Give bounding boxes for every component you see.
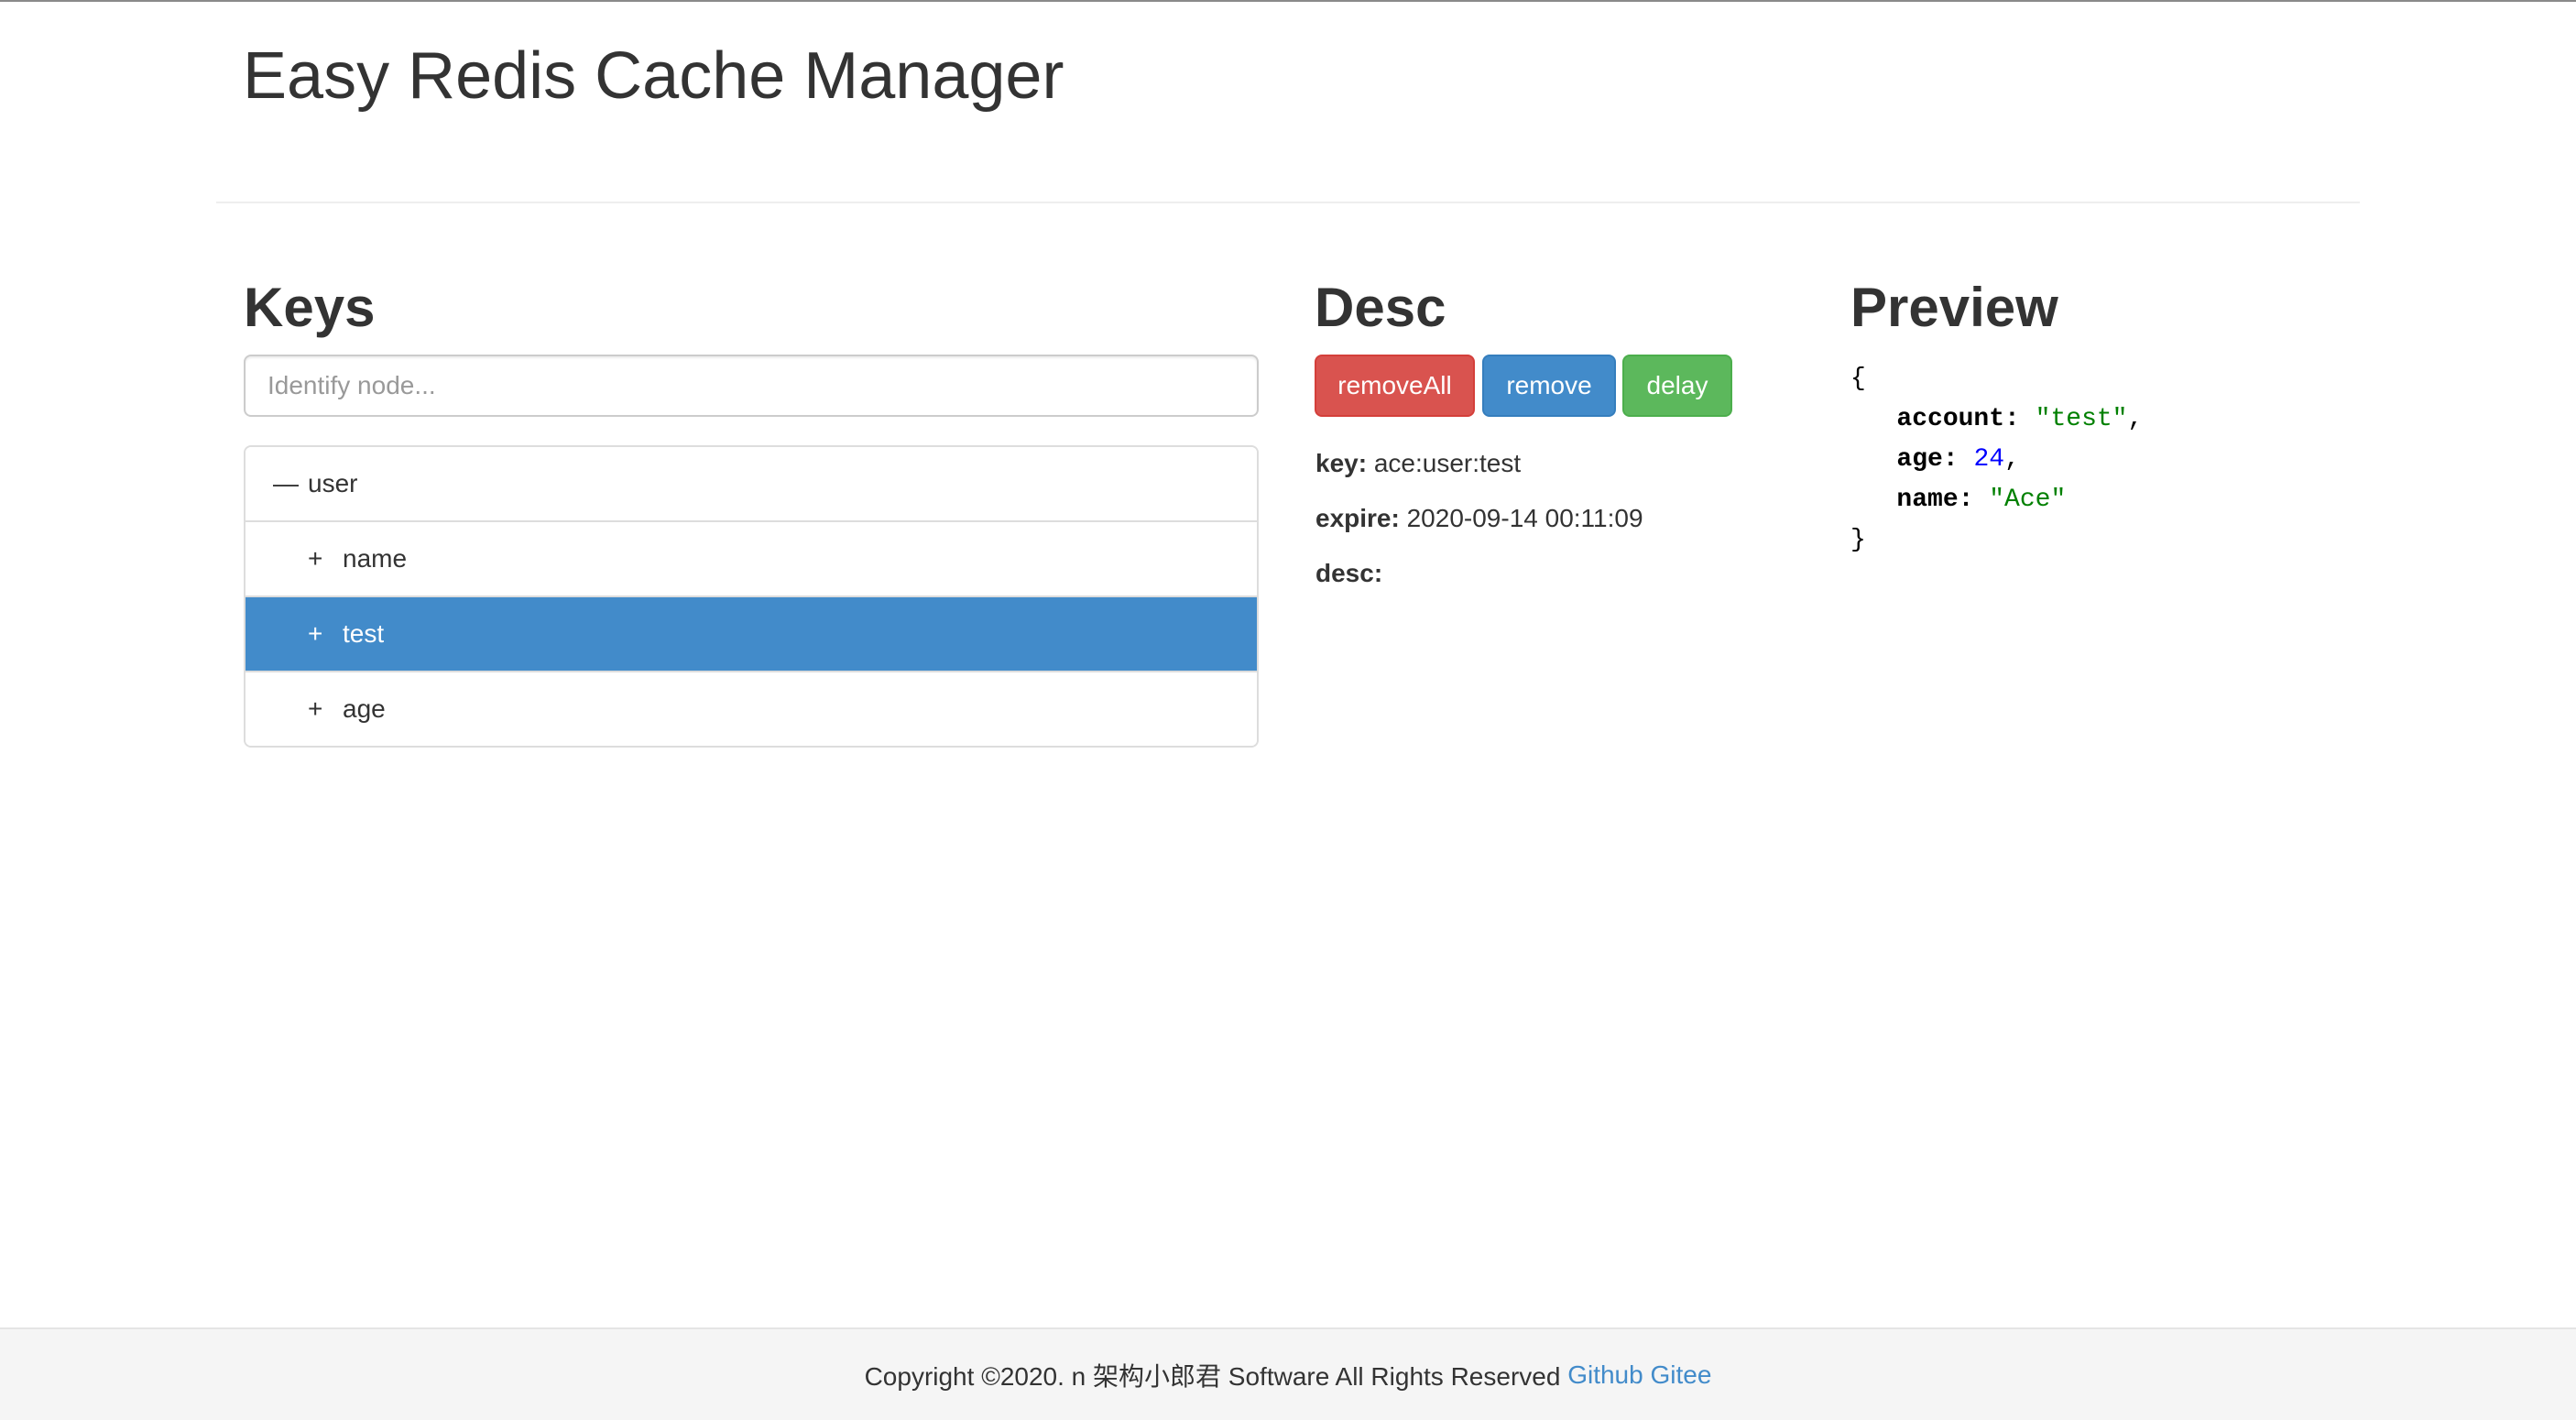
json-line: age: 24, [1850, 440, 2143, 480]
tree-node-test[interactable]: + test [246, 597, 1257, 672]
json-line: name: "Ace" [1850, 480, 2143, 520]
key-tree: — user + name + test + age [244, 445, 1259, 748]
desc-heading: Desc [1315, 277, 1446, 338]
expand-icon[interactable]: + [308, 544, 343, 573]
expire-label: expire: [1315, 504, 1400, 532]
expire-value: 2020-09-14 00:11:09 [1406, 504, 1643, 532]
json-preview: { account: "test", age: 24, name: "Ace"} [1850, 359, 2143, 561]
json-open-brace: { [1850, 365, 1866, 393]
json-key: age [1896, 445, 1943, 474]
json-comma: , [2004, 445, 2020, 474]
expand-icon[interactable]: + [308, 619, 343, 649]
key-info-row: key: ace:user:test [1315, 445, 1521, 482]
header-divider [216, 202, 2360, 203]
collapse-icon[interactable]: — [273, 469, 308, 498]
json-value: "Ace" [1989, 486, 2067, 514]
tree-node-user[interactable]: — user [246, 447, 1257, 522]
key-value: ace:user:test [1373, 449, 1522, 477]
json-colon: : [1942, 445, 1974, 474]
remove-button[interactable]: remove [1482, 355, 1616, 417]
page-title: Easy Redis Cache Manager [243, 39, 1064, 113]
copyright-text: Copyright ©2020. n 架构小郎君 Software All Ri… [864, 1361, 1561, 1391]
desc-info-row: desc: [1315, 555, 1382, 592]
github-link[interactable]: Github [1567, 1360, 1643, 1390]
top-border [0, 0, 2576, 2]
gitee-link[interactable]: Gitee [1650, 1360, 1711, 1390]
expire-info-row: expire: 2020-09-14 00:11:09 [1315, 500, 1643, 537]
tree-node-name[interactable]: + name [246, 522, 1257, 597]
expand-icon[interactable]: + [308, 694, 343, 724]
delay-button[interactable]: delay [1622, 355, 1732, 417]
key-search-input[interactable] [244, 355, 1259, 417]
json-line: { [1850, 359, 2143, 399]
json-line: account: "test", [1850, 399, 2143, 440]
remove-all-button[interactable]: removeAll [1315, 355, 1475, 417]
json-line: } [1850, 520, 2143, 561]
desc-label: desc: [1315, 559, 1383, 587]
tree-node-label: test [343, 619, 385, 648]
footer: Copyright ©2020. n 架构小郎君 Software All Ri… [0, 1327, 2576, 1420]
json-value: 24 [1973, 445, 2005, 474]
preview-heading: Preview [1850, 277, 2058, 338]
json-close-brace: } [1850, 526, 1866, 554]
json-key: name [1896, 486, 1959, 514]
tree-node-label: name [343, 544, 408, 573]
tree-node-label: age [343, 694, 386, 723]
tree-node-label: user [308, 469, 358, 497]
json-colon: : [1958, 486, 1990, 514]
json-value: "test" [2035, 405, 2128, 433]
keys-heading: Keys [244, 277, 376, 338]
key-label: key: [1315, 449, 1368, 477]
tree-node-age[interactable]: + age [246, 672, 1257, 746]
json-key: account [1896, 405, 2005, 433]
json-colon: : [2004, 405, 2036, 433]
json-comma: , [2127, 405, 2144, 433]
